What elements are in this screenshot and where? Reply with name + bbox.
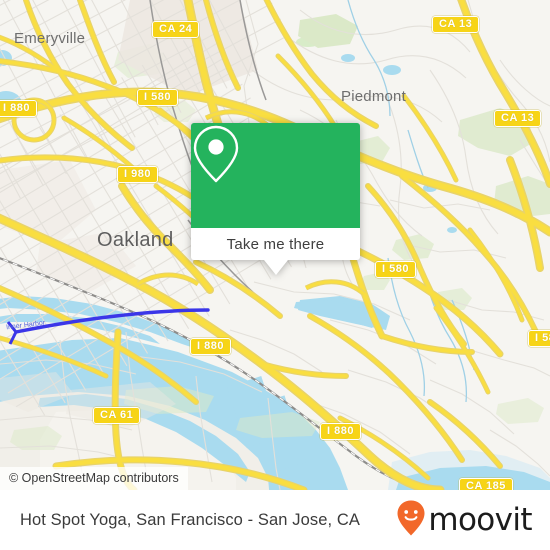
- osm-attribution[interactable]: © OpenStreetMap contributors: [0, 467, 188, 490]
- moovit-wordmark: moovit: [428, 501, 532, 538]
- highway-shield-i-580-2[interactable]: I 580: [375, 261, 416, 278]
- take-me-there-label: Take me there: [226, 235, 325, 253]
- footer-bar: Hot Spot Yoga, San Francisco - San Jose,…: [0, 490, 550, 550]
- popup-tail: [263, 260, 288, 275]
- place-title: Hot Spot Yoga, San Francisco - San Jose,…: [20, 510, 360, 529]
- highway-shield-i-880-2[interactable]: I 880: [190, 338, 231, 355]
- map-canvas[interactable]: Emeryville Piedmont Oakland Inner Harbor…: [0, 0, 550, 490]
- moovit-logo[interactable]: moovit: [396, 499, 533, 542]
- highway-shield-ca-13-2[interactable]: CA 13: [494, 110, 542, 127]
- moovit-pin-icon: [396, 499, 426, 542]
- highway-shield-ca-61[interactable]: CA 61: [93, 407, 141, 424]
- highway-shield-i-980[interactable]: I 980: [117, 166, 158, 183]
- popup-header: [191, 123, 360, 228]
- highway-shield-ca-24[interactable]: CA 24: [152, 21, 200, 38]
- highway-shield-i-580-3[interactable]: I 580: [528, 330, 550, 347]
- highway-shield-i-880-3[interactable]: I 880: [320, 423, 361, 440]
- highway-shield-i-580[interactable]: I 580: [137, 89, 178, 106]
- highway-shield-ca-13[interactable]: CA 13: [432, 16, 480, 33]
- highway-shield-i-880[interactable]: I 880: [0, 100, 37, 117]
- map-screenshot: Emeryville Piedmont Oakland Inner Harbor…: [0, 0, 550, 550]
- highway-shield-ca-185[interactable]: CA 185: [459, 478, 513, 490]
- location-popup-card[interactable]: Take me there: [191, 123, 360, 275]
- popup-action-row[interactable]: Take me there: [191, 228, 360, 260]
